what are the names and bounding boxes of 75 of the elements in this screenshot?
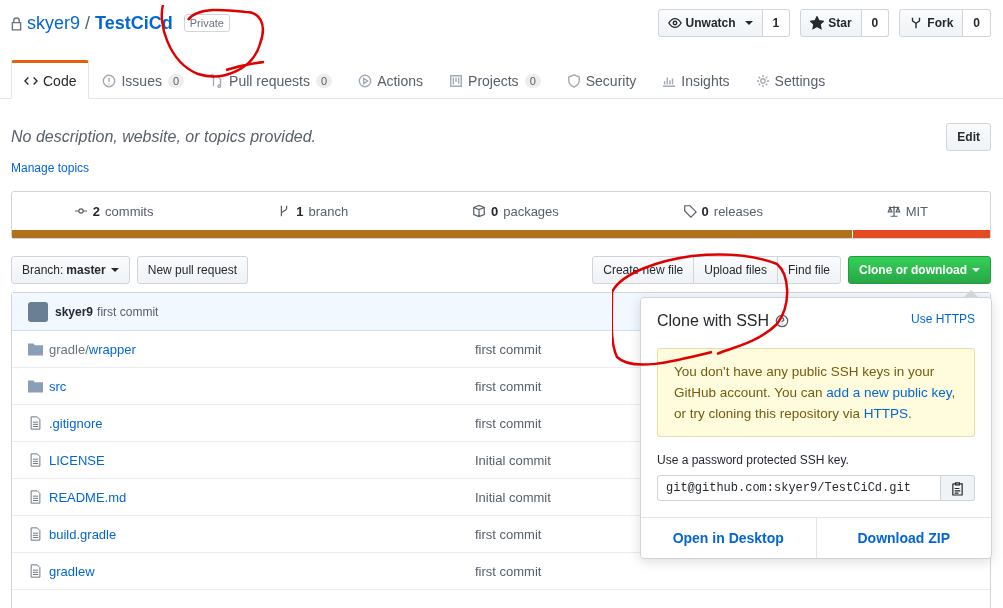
branch-select[interactable]: Branch: master	[11, 256, 130, 284]
file-icon	[28, 564, 43, 578]
repo-tab[interactable]: Code	[11, 60, 90, 99]
file-link[interactable]: build.gradle	[49, 526, 475, 542]
private-label: Private	[183, 14, 230, 32]
folder-icon	[28, 379, 43, 393]
file-commit-message[interactable]: first commit	[475, 563, 542, 579]
summary-link[interactable]: 0 packages	[471, 203, 559, 219]
file-icon	[28, 453, 43, 467]
action-count[interactable]: 1	[762, 9, 791, 37]
new-pull-request-button[interactable]: New pull request	[136, 256, 249, 284]
file-link[interactable]: src	[49, 378, 475, 394]
file-icon	[28, 490, 43, 504]
eye-icon	[667, 16, 682, 30]
file-link[interactable]: README.md	[49, 489, 475, 505]
tag-icon	[682, 204, 697, 218]
project-board-icon	[449, 74, 464, 88]
package-icon	[471, 204, 486, 218]
repo-tab[interactable]: Pull requests 0	[197, 60, 346, 99]
file-link[interactable]: .gitignore	[49, 415, 475, 431]
repo-action-button[interactable]: Star	[800, 9, 862, 37]
file-link[interactable]: gradle/wrapper	[49, 341, 475, 357]
repo-action-button[interactable]: Fork	[899, 9, 964, 37]
popup-title: Clone with SSH	[657, 312, 770, 330]
file-action-button[interactable]: Upload files	[693, 256, 778, 284]
commit-author[interactable]: skyer9	[55, 304, 94, 319]
settings-icon	[755, 74, 770, 88]
action-count[interactable]: 0	[963, 9, 991, 37]
issue-icon	[102, 74, 117, 88]
commit-message: first commit	[97, 304, 159, 319]
shield-icon	[566, 74, 581, 88]
code-icon	[24, 74, 38, 88]
file-link[interactable]: LICENSE	[49, 452, 475, 468]
repo-tab[interactable]: Settings	[742, 60, 839, 99]
help-icon[interactable]	[775, 314, 790, 328]
popup-footer-link[interactable]: Open in Desktop	[641, 518, 816, 558]
summary-link[interactable]: 0 releases	[682, 203, 763, 219]
file-action-button[interactable]: Find file	[776, 256, 841, 284]
file-commit-message[interactable]: first commit	[475, 415, 542, 431]
repo-action-button[interactable]: Unwatch	[657, 9, 763, 37]
clipboard-icon	[951, 480, 964, 496]
file-link[interactable]: gradlew	[49, 563, 475, 579]
summary-link[interactable]: 1 branch	[277, 203, 349, 219]
ssh-hint: Use a password protected SSH key.	[657, 453, 850, 467]
lock-icon	[11, 15, 22, 31]
manage-topics-link[interactable]: Manage topics	[11, 161, 90, 175]
avatar	[28, 301, 48, 322]
scales-icon	[886, 204, 901, 218]
use-https-link[interactable]: Use HTTPS	[911, 312, 975, 326]
edit-button[interactable]: Edit	[946, 123, 991, 151]
ssh-key-notice: You don't have any public SSH keys in your GitHub account. You can add a new public key, or try cloning this repository via HTTPS.	[657, 348, 975, 437]
file-commit-message[interactable]: Initial commit	[475, 452, 551, 468]
file-commit-message[interactable]: first commit	[475, 526, 542, 542]
star-icon	[810, 16, 825, 30]
repo-description: No description, website, or topics provided.	[11, 128, 317, 146]
copy-button[interactable]	[941, 475, 975, 501]
file-commit-message[interactable]: Initial commit	[475, 489, 551, 505]
clone-url-field[interactable]: git@github.com:skyer9/TestCiCd.git	[657, 475, 941, 501]
path-separator: /	[85, 12, 91, 34]
file-commit-message[interactable]: first commit	[475, 341, 542, 357]
file-icon	[28, 416, 43, 430]
folder-icon	[28, 342, 43, 356]
owner-link[interactable]: skyer9	[27, 12, 80, 34]
summary-link[interactable]: 2 commits	[73, 203, 154, 219]
play-icon	[358, 74, 373, 88]
summary-link[interactable]: MIT	[886, 203, 929, 219]
repo-tab[interactable]: Insights	[649, 60, 743, 99]
file-icon	[28, 527, 43, 541]
repo-tab[interactable]: Actions	[345, 60, 437, 99]
repo-tab[interactable]: Projects 0	[436, 60, 554, 99]
file-commit-message[interactable]: first commit	[475, 378, 542, 394]
action-count[interactable]: 0	[861, 9, 890, 37]
repo-tab[interactable]: Security	[553, 60, 650, 99]
repo-tab[interactable]: Issues 0	[89, 60, 198, 99]
popup-footer-link[interactable]: Download ZIP	[815, 518, 991, 558]
